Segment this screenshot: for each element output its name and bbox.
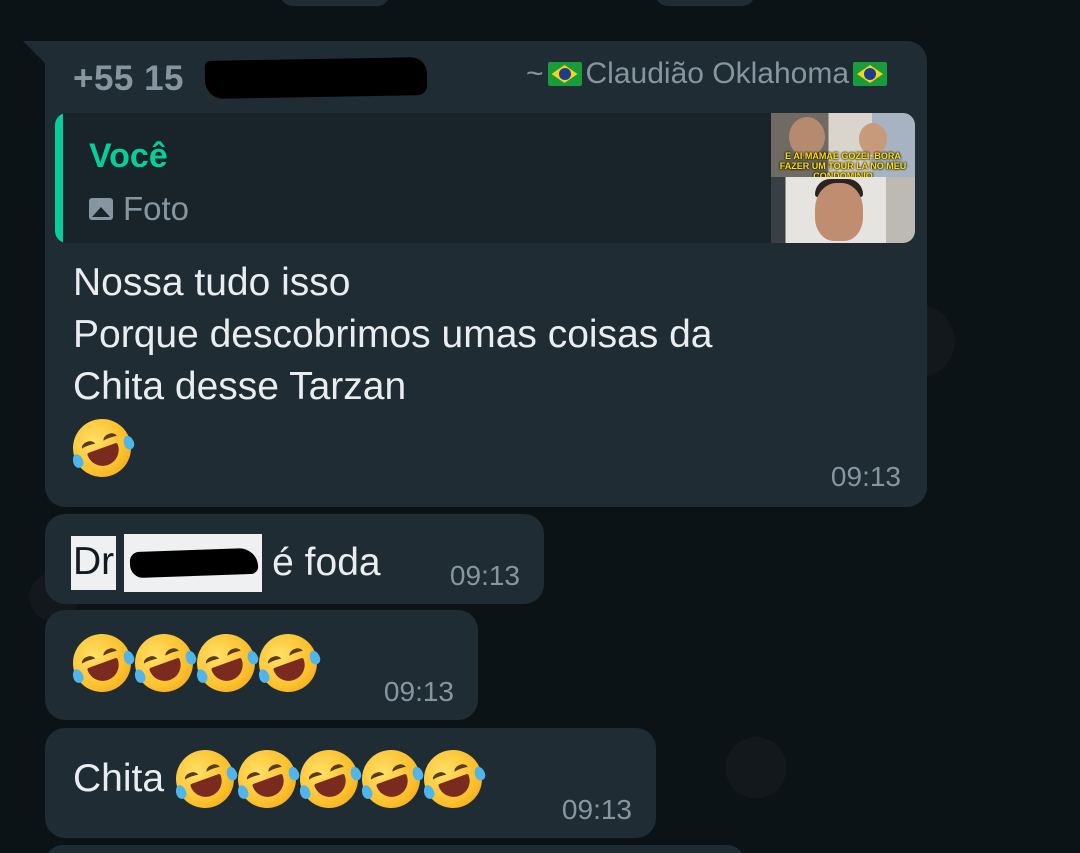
quote-thumbnail[interactable]: E AI MAMAE GOZEI, BORA FAZER UM TOUR LA … <box>771 113 915 243</box>
message-line: Nossa tudo isso <box>73 261 351 304</box>
message-bubble[interactable]: 09:13 <box>45 610 478 720</box>
previous-message-stub <box>655 0 755 6</box>
chat-area: +55 15 ~ Claudião Oklahoma Você Foto E A… <box>0 0 1080 853</box>
message-text: Chita <box>73 741 491 817</box>
thumbnail-person <box>815 183 863 241</box>
rolling-on-floor-laughing-emoji-icon <box>353 741 429 817</box>
sender-name[interactable]: ~ Claudião Oklahoma <box>526 57 887 91</box>
message-time: 09:13 <box>383 676 454 707</box>
sender-name-text: Claudião Oklahoma <box>585 57 849 90</box>
quote-accent-bar <box>55 113 63 243</box>
quote-type: Foto <box>89 190 189 228</box>
brazil-flag-icon <box>547 62 582 86</box>
rolling-on-floor-laughing-emoji-icon <box>229 741 305 817</box>
rolling-on-floor-laughing-emoji-icon <box>188 625 264 701</box>
rolling-on-floor-laughing-emoji-icon <box>415 741 491 817</box>
message-line: Chita desse Tarzan <box>73 365 407 408</box>
message-time: 09:13 <box>561 794 632 825</box>
sender-prefix: ~ <box>525 57 544 90</box>
message-line: Porque descobrimos umas coisas da <box>73 313 713 356</box>
message-text: Dr é foda <box>71 534 381 592</box>
message-bubble[interactable]: Chita 09:13 <box>45 728 656 838</box>
rolling-on-floor-laughing-emoji-icon <box>126 625 202 701</box>
redaction-mark <box>124 534 263 592</box>
message-prefix: Dr <box>71 536 117 590</box>
emoji-row <box>64 625 326 701</box>
message-time: 09:13 <box>830 461 901 492</box>
message-text: Nossa tudo isso Porque descobrimos umas … <box>64 257 713 486</box>
emoji-line <box>64 410 712 486</box>
next-message-stub <box>45 845 745 853</box>
message-label: Chita <box>73 757 165 800</box>
message-suffix: é foda <box>272 541 381 584</box>
rolling-on-floor-laughing-emoji-icon <box>291 741 367 817</box>
rolling-on-floor-laughing-emoji-icon <box>167 741 243 817</box>
quote-type-label: Foto <box>123 190 190 227</box>
bubble-tail <box>23 41 45 63</box>
rolling-on-floor-laughing-emoji-icon <box>64 410 140 486</box>
photo-icon <box>89 198 113 220</box>
message-time: 09:13 <box>449 560 520 591</box>
brazil-flag-icon <box>853 62 887 86</box>
sender-phone[interactable]: +55 15 <box>73 59 184 99</box>
rolling-on-floor-laughing-emoji-icon <box>64 625 140 701</box>
previous-message-stub <box>280 0 390 6</box>
message-bubble[interactable]: Dr é foda 09:13 <box>45 514 544 604</box>
quoted-message[interactable]: Você Foto E AI MAMAE GOZEI, BORA FAZER U… <box>55 113 915 243</box>
rolling-on-floor-laughing-emoji-icon <box>250 625 326 701</box>
message-bubble[interactable]: +55 15 ~ Claudião Oklahoma Você Foto E A… <box>23 41 927 507</box>
redaction-mark <box>204 57 428 99</box>
quote-author: Você <box>89 137 168 175</box>
